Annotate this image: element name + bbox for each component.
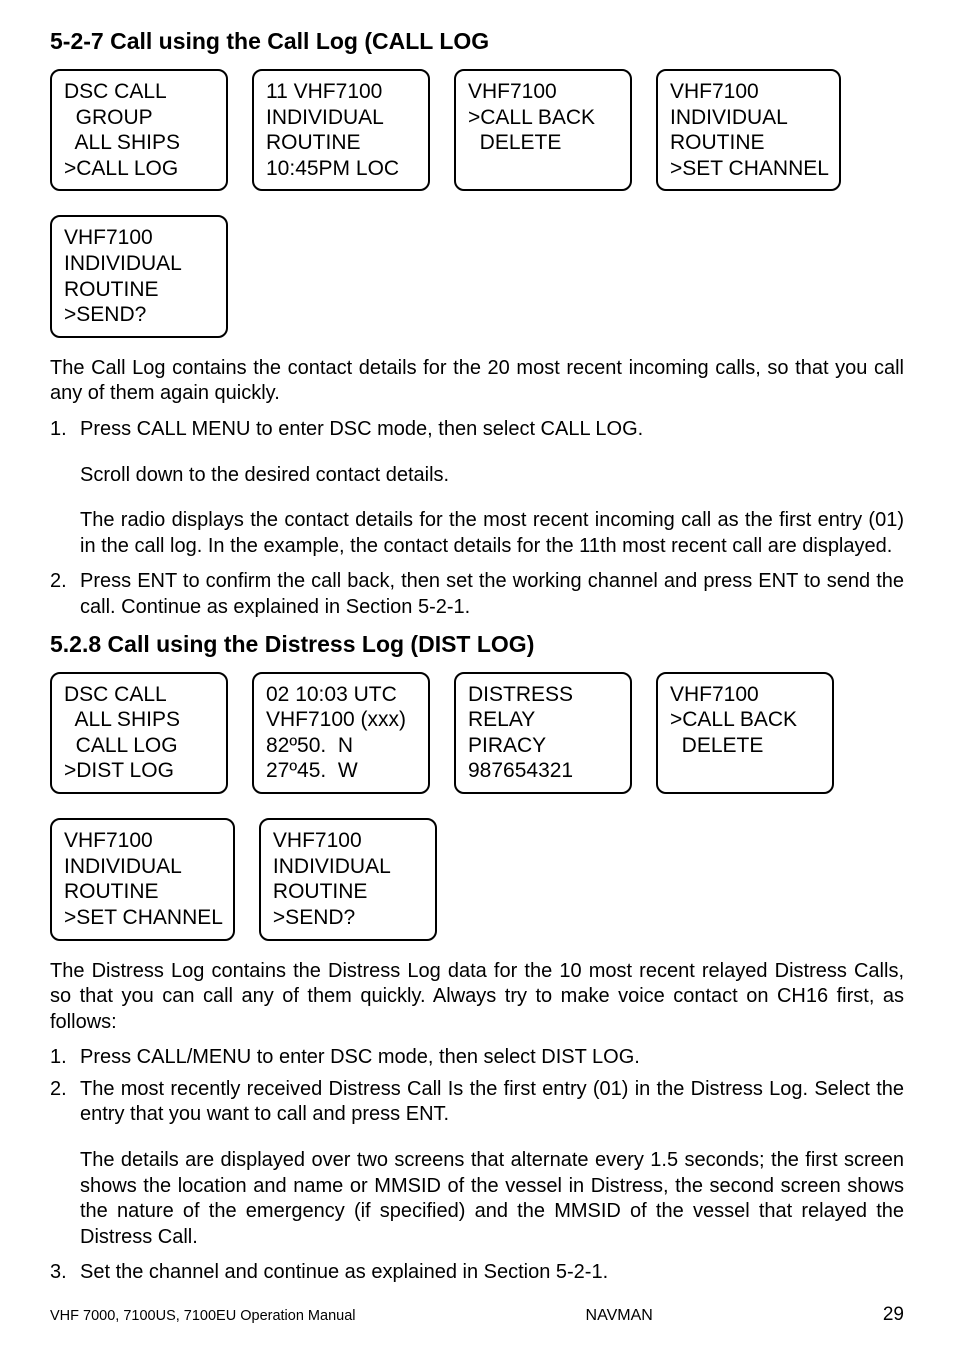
lcd-line: INDIVIDUAL (670, 105, 829, 131)
step-number: 2. (50, 569, 80, 620)
lcd-line: INDIVIDUAL (64, 854, 223, 880)
step-item: 1. Press CALL MENU to enter DSC mode, th… (50, 417, 904, 443)
footer-page-number: 29 (883, 1304, 904, 1326)
step-number: 3. (50, 1260, 80, 1286)
step-subtext: The radio displays the contact details f… (80, 508, 904, 559)
lcd-line: PIRACY (468, 733, 620, 759)
lcd-line: 987654321 (468, 758, 620, 784)
lcd-line: INDIVIDUAL (273, 854, 425, 880)
lcd-line: >SET CHANNEL (64, 905, 223, 931)
step-text: Set the channel and continue as explaine… (80, 1260, 904, 1286)
lcd-line: >SET CHANNEL (670, 156, 829, 182)
lcd-screen: DISTRESSRELAYPIRACY987654321 (454, 672, 632, 794)
lcd-line: 11 VHF7100 (266, 79, 418, 105)
step-text: The most recently received Distress Call… (80, 1077, 904, 1128)
lcd-line: INDIVIDUAL (266, 105, 418, 131)
screens-row-1: DSC CALL GROUP ALL SHIPS>CALL LOG11 VHF7… (50, 69, 904, 338)
lcd-line: >SEND? (273, 905, 425, 931)
lcd-line: >CALL BACK (468, 105, 620, 131)
lcd-line: ROUTINE (273, 879, 425, 905)
step-text: Press ENT to confirm the call back, then… (80, 569, 904, 620)
para-528-intro: The Distress Log contains the Distress L… (50, 959, 904, 1036)
lcd-line: 10:45PM LOC (266, 156, 418, 182)
lcd-line: VHF7100 (64, 225, 216, 251)
lcd-screen: VHF7100INDIVIDUALROUTINE>SEND? (50, 215, 228, 337)
lcd-line: ROUTINE (64, 277, 216, 303)
lcd-line: INDIVIDUAL (64, 251, 216, 277)
lcd-line: DELETE (670, 733, 822, 759)
para-527-intro: The Call Log contains the contact detail… (50, 356, 904, 407)
lcd-line: 82º50. N (266, 733, 418, 759)
lcd-line: DISTRESS (468, 682, 620, 708)
lcd-line: ALL SHIPS (64, 707, 216, 733)
lcd-line: >CALL LOG (64, 156, 216, 182)
lcd-screen: DSC CALL ALL SHIPS CALL LOG>DIST LOG (50, 672, 228, 794)
step-subtext: Scroll down to the desired contact detai… (80, 463, 904, 489)
lcd-line: RELAY (468, 707, 620, 733)
lcd-line: DSC CALL (64, 682, 216, 708)
lcd-line: ALL SHIPS (64, 130, 216, 156)
lcd-screen: VHF7100INDIVIDUALROUTINE>SET CHANNEL (656, 69, 841, 191)
section-heading-528: 5.2.8 Call using the Distress Log (DIST … (50, 631, 904, 658)
lcd-line: ROUTINE (266, 130, 418, 156)
step-text: Press CALL MENU to enter DSC mode, then … (80, 417, 904, 443)
lcd-line: VHF7100 (273, 828, 425, 854)
step-list-527b: 2. Press ENT to confirm the call back, t… (50, 569, 904, 620)
lcd-line: VHF7100 (468, 79, 620, 105)
lcd-screen: DSC CALL GROUP ALL SHIPS>CALL LOG (50, 69, 228, 191)
page-footer: VHF 7000, 7100US, 7100EU Operation Manua… (50, 1304, 904, 1326)
footer-center: NAVMAN (586, 1307, 653, 1325)
lcd-line: 02 10:03 UTC (266, 682, 418, 708)
lcd-line: ROUTINE (670, 130, 829, 156)
lcd-screen: 11 VHF7100INDIVIDUALROUTINE10:45PM LOC (252, 69, 430, 191)
lcd-screen: VHF7100INDIVIDUALROUTINE>SEND? (259, 818, 437, 940)
step-number: 1. (50, 1045, 80, 1071)
step-item: 3. Set the channel and continue as expla… (50, 1260, 904, 1286)
step-item: 2. Press ENT to confirm the call back, t… (50, 569, 904, 620)
lcd-line: VHF7100 (64, 828, 223, 854)
lcd-line: GROUP (64, 105, 216, 131)
section-heading-527: 5-2-7 Call using the Call Log (CALL LOG (50, 28, 904, 55)
lcd-screen: VHF7100INDIVIDUALROUTINE>SET CHANNEL (50, 818, 235, 940)
lcd-line: 27º45. W (266, 758, 418, 784)
lcd-line: ROUTINE (64, 879, 223, 905)
lcd-line: >CALL BACK (670, 707, 822, 733)
lcd-screen: VHF7100>CALL BACK DELETE (454, 69, 632, 191)
footer-left: VHF 7000, 7100US, 7100EU Operation Manua… (50, 1308, 356, 1324)
step-subtext: The details are displayed over two scree… (80, 1148, 904, 1250)
step-list-528: 1. Press CALL/MENU to enter DSC mode, th… (50, 1045, 904, 1128)
step-item: 1. Press CALL/MENU to enter DSC mode, th… (50, 1045, 904, 1071)
lcd-line: CALL LOG (64, 733, 216, 759)
step-number: 1. (50, 417, 80, 443)
lcd-line: VHF7100 (670, 79, 829, 105)
step-item: 2. The most recently received Distress C… (50, 1077, 904, 1128)
step-text: Press CALL/MENU to enter DSC mode, then … (80, 1045, 904, 1071)
lcd-screen: 02 10:03 UTCVHF7100 (xxx)82º50. N27º45. … (252, 672, 430, 794)
screens-row-2: DSC CALL ALL SHIPS CALL LOG>DIST LOG02 1… (50, 672, 904, 941)
lcd-line: DSC CALL (64, 79, 216, 105)
lcd-line: VHF7100 (670, 682, 822, 708)
lcd-line: DELETE (468, 130, 620, 156)
step-list-528b: 3. Set the channel and continue as expla… (50, 1260, 904, 1286)
lcd-line: VHF7100 (xxx) (266, 707, 418, 733)
lcd-screen: VHF7100>CALL BACK DELETE (656, 672, 834, 794)
manual-page: 5-2-7 Call using the Call Log (CALL LOG … (0, 0, 954, 1336)
step-number: 2. (50, 1077, 80, 1128)
lcd-line: >DIST LOG (64, 758, 216, 784)
step-list-527: 1. Press CALL MENU to enter DSC mode, th… (50, 417, 904, 443)
lcd-line: >SEND? (64, 302, 216, 328)
